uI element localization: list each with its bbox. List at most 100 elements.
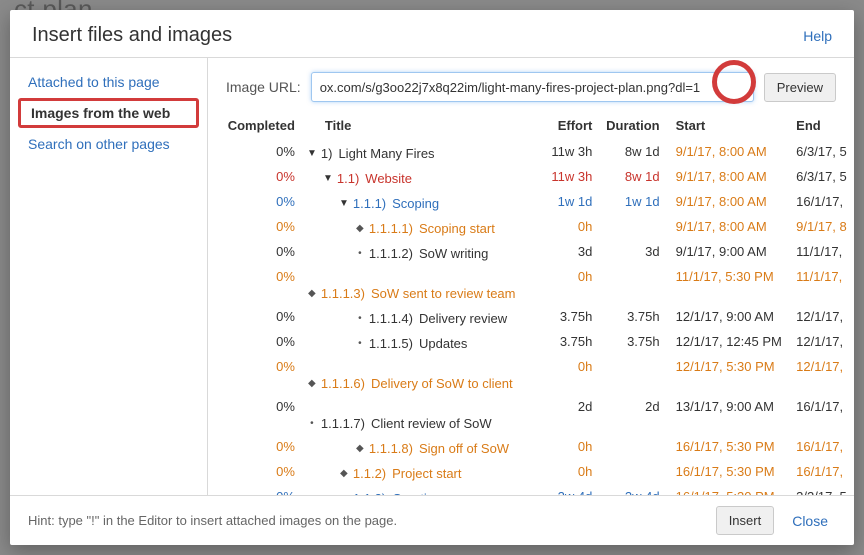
cell-title: ▼1.1.3)Creative bbox=[301, 486, 535, 495]
table-row[interactable]: 0%▼1)Light Many Fires11w 3h8w 1d9/1/17, … bbox=[208, 141, 854, 166]
wbs-number: 1.1.1.5) bbox=[369, 336, 413, 351]
wbs-number: 1.1.1.7) bbox=[321, 416, 365, 431]
cell-effort: 0h bbox=[535, 436, 598, 461]
milestone-icon: ◆ bbox=[355, 221, 365, 237]
cell-completed: 0% bbox=[208, 266, 301, 306]
wbs-number: 1.1.1.6) bbox=[321, 376, 365, 391]
table-row[interactable]: 0%◆1.1.1.3)SoW sent to review team0h11/1… bbox=[208, 266, 854, 306]
task-title: Delivery review bbox=[419, 311, 507, 326]
cell-title: ◆1.1.1.6)Delivery of SoW to client bbox=[301, 356, 535, 396]
sidebar-item-web[interactable]: Images from the web bbox=[21, 101, 196, 125]
table-row[interactable]: 0%◆1.1.1.1)Scoping start0h9/1/17, 8:00 A… bbox=[208, 216, 854, 241]
table-row[interactable]: 0%•1.1.1.4)Delivery review3.75h3.75h12/1… bbox=[208, 306, 854, 331]
insert-files-dialog: Insert files and images Help Attached to… bbox=[10, 10, 854, 545]
table-row[interactable]: 0%•1.1.1.5)Updates3.75h3.75h12/1/17, 12:… bbox=[208, 331, 854, 356]
task-title: Updates bbox=[419, 336, 467, 351]
sidebar-item-search[interactable]: Search on other pages bbox=[10, 130, 207, 158]
cell-start: 12/1/17, 5:30 PM bbox=[666, 356, 791, 396]
cell-end: 16/1/17, bbox=[790, 461, 854, 486]
cell-start: 11/1/17, 5:30 PM bbox=[666, 266, 791, 306]
table-row[interactable]: 0%◆1.1.1.6)Delivery of SoW to client0h12… bbox=[208, 356, 854, 396]
cell-start: 9/1/17, 9:00 AM bbox=[666, 241, 791, 266]
cell-title: ▼1.1.1)Scoping bbox=[301, 191, 535, 216]
cell-end: 11/1/17, bbox=[790, 266, 854, 306]
cell-start: 16/1/17, 5:30 PM bbox=[666, 436, 791, 461]
task-title: Website bbox=[365, 171, 412, 186]
cell-title: •1.1.1.7)Client review of SoW bbox=[301, 396, 535, 436]
cell-effort: 0h bbox=[535, 461, 598, 486]
url-row: Image URL: Preview bbox=[208, 58, 854, 114]
col-start: Start bbox=[666, 114, 791, 141]
table-row[interactable]: 0% ◆ 1.1.1.8) Sign off of SoW 0h 16/1/17, 5:3… bbox=[208, 436, 854, 461]
expand-toggle-icon[interactable]: ▼ bbox=[339, 196, 349, 212]
task-title: Delivery of SoW to client bbox=[371, 376, 513, 391]
cell-duration: 3d bbox=[598, 241, 665, 266]
cell-start: 12/1/17, 9:00 AM bbox=[666, 306, 791, 331]
cell-title: •1.1.1.5)Updates bbox=[301, 331, 535, 356]
cell-completed: 0% bbox=[208, 306, 301, 331]
preview-button[interactable]: Preview bbox=[764, 73, 836, 102]
task-title: Sign off of SoW bbox=[419, 441, 509, 456]
task-title: SoW writing bbox=[419, 246, 488, 261]
image-url-input[interactable] bbox=[311, 72, 754, 102]
col-end: End bbox=[790, 114, 854, 141]
close-button[interactable]: Close bbox=[784, 507, 836, 535]
cell-duration bbox=[598, 461, 665, 486]
milestone-icon: ◆ bbox=[339, 466, 349, 482]
cell-completed: 0% bbox=[208, 396, 301, 436]
cell-effort: 3.75h bbox=[535, 306, 598, 331]
cell-end: 11/1/17, bbox=[790, 241, 854, 266]
cell-effort: 1w 1d bbox=[535, 191, 598, 216]
cell-effort: 0h bbox=[535, 266, 598, 306]
cell-start: 9/1/17, 8:00 AM bbox=[666, 216, 791, 241]
dialog-footer: Hint: type "!" in the Editor to insert a… bbox=[10, 495, 854, 545]
cell-title: ◆ 1.1.1.8) Sign off of SoW bbox=[301, 436, 535, 461]
cell-duration bbox=[598, 266, 665, 306]
table-row[interactable]: 0%•1.1.1.2)SoW writing3d3d9/1/17, 9:00 A… bbox=[208, 241, 854, 266]
cell-end: 12/1/17, bbox=[790, 306, 854, 331]
wbs-number: 1.1.1.1) bbox=[369, 221, 413, 236]
cell-end: 12/1/17, bbox=[790, 331, 854, 356]
col-effort: Effort bbox=[535, 114, 598, 141]
milestone-icon: ◆ bbox=[307, 286, 317, 302]
wbs-number: 1.1.1.2) bbox=[369, 246, 413, 261]
cell-duration: 3.75h bbox=[598, 306, 665, 331]
task-title: Client review of SoW bbox=[371, 416, 492, 431]
cell-effort: 2w 4d bbox=[535, 486, 598, 495]
expand-toggle-icon[interactable]: ▼ bbox=[323, 171, 333, 187]
cell-start: 9/1/17, 8:00 AM bbox=[666, 191, 791, 216]
table-row[interactable]: 0%▼1.1.1)Scoping1w 1d1w 1d9/1/17, 8:00 A… bbox=[208, 191, 854, 216]
cell-end: 16/1/17, bbox=[790, 191, 854, 216]
cell-duration: 8w 1d bbox=[598, 166, 665, 191]
table-row[interactable]: 0%◆1.1.2)Project start0h16/1/17, 5:30 PM… bbox=[208, 461, 854, 486]
cell-end: 6/3/17, 5 bbox=[790, 166, 854, 191]
wbs-number: 1.1.1.3) bbox=[321, 286, 365, 301]
url-label: Image URL: bbox=[226, 79, 301, 95]
expand-toggle-icon[interactable]: ▼ bbox=[307, 146, 317, 162]
cell-title: •1.1.1.4)Delivery review bbox=[301, 306, 535, 331]
insert-button[interactable]: Insert bbox=[716, 506, 775, 535]
wbs-number: 1.1.1.8) bbox=[369, 441, 413, 456]
help-link[interactable]: Help bbox=[803, 28, 832, 44]
cell-end: 6/3/17, 5 bbox=[790, 141, 854, 166]
cell-end: 9/1/17, 8 bbox=[790, 216, 854, 241]
cell-title: •1.1.1.2)SoW writing bbox=[301, 241, 535, 266]
cell-start: 16/1/17, 5:30 PM bbox=[666, 461, 791, 486]
cell-completed: 0% bbox=[208, 461, 301, 486]
milestone-icon: ◆ bbox=[355, 441, 365, 457]
sidebar-item-attached[interactable]: Attached to this page bbox=[10, 68, 207, 96]
preview-grid: Completed Title Effort Duration Start En… bbox=[208, 114, 854, 495]
cell-completed: 0% bbox=[208, 436, 301, 461]
cell-effort: 0h bbox=[535, 216, 598, 241]
dialog-body: Attached to this page Images from the we… bbox=[10, 57, 854, 495]
table-row[interactable]: 0%▼1.1.3)Creative2w 4d2w 4d16/1/17, 5:30… bbox=[208, 486, 854, 495]
cell-effort: 11w 3h bbox=[535, 141, 598, 166]
table-row[interactable]: 0%•1.1.1.7)Client review of SoW2d2d13/1/… bbox=[208, 396, 854, 436]
cell-end: 3/2/17, 5 bbox=[790, 486, 854, 495]
cell-start: 13/1/17, 9:00 AM bbox=[666, 396, 791, 436]
table-row[interactable]: 0%▼1.1)Website11w 3h8w 1d9/1/17, 8:00 AM… bbox=[208, 166, 854, 191]
cell-duration bbox=[598, 436, 665, 461]
cell-end: 16/1/17, bbox=[790, 396, 854, 436]
col-completed: Completed bbox=[208, 114, 301, 141]
cell-duration: 3.75h bbox=[598, 331, 665, 356]
